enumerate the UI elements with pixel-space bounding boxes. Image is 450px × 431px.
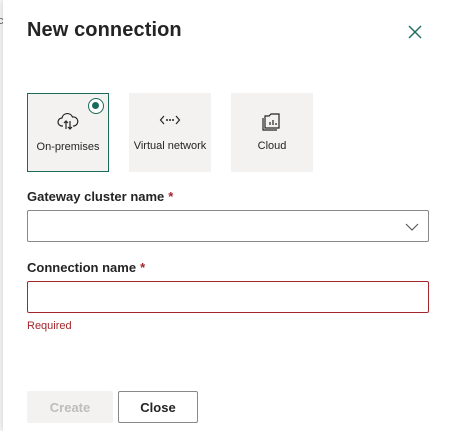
- tile-label: Cloud: [257, 140, 287, 152]
- tile-cloud[interactable]: Cloud: [231, 93, 313, 172]
- connection-name-input[interactable]: [27, 281, 429, 313]
- tile-label: Virtual network: [133, 140, 207, 152]
- virtual-network-icon: [129, 111, 211, 129]
- gateway-cluster-label: Gateway cluster name *: [27, 189, 173, 204]
- connection-name-label: Connection name *: [27, 260, 145, 275]
- create-button[interactable]: Create: [27, 391, 113, 423]
- cloud-upload-icon: [28, 112, 108, 130]
- dialog-title: New connection: [27, 19, 182, 41]
- required-asterisk: *: [140, 260, 146, 275]
- close-icon[interactable]: [405, 22, 425, 42]
- required-asterisk: *: [168, 189, 174, 204]
- new-connection-dialog: New connection On-premises Virtual netwo…: [3, 0, 450, 431]
- connection-name-label-text: Connection name: [27, 260, 137, 275]
- tile-on-premises[interactable]: On-premises: [27, 93, 109, 172]
- tile-virtual-network[interactable]: Virtual network: [129, 93, 211, 172]
- gateway-cluster-dropdown[interactable]: [27, 210, 429, 242]
- connection-name-error: Required: [27, 320, 72, 332]
- gateway-cluster-label-text: Gateway cluster name: [27, 189, 165, 204]
- tile-label: On-premises: [36, 141, 100, 153]
- close-button[interactable]: Close: [118, 391, 198, 423]
- chevron-down-icon: [405, 220, 419, 238]
- cloud-storage-icon: [231, 111, 313, 131]
